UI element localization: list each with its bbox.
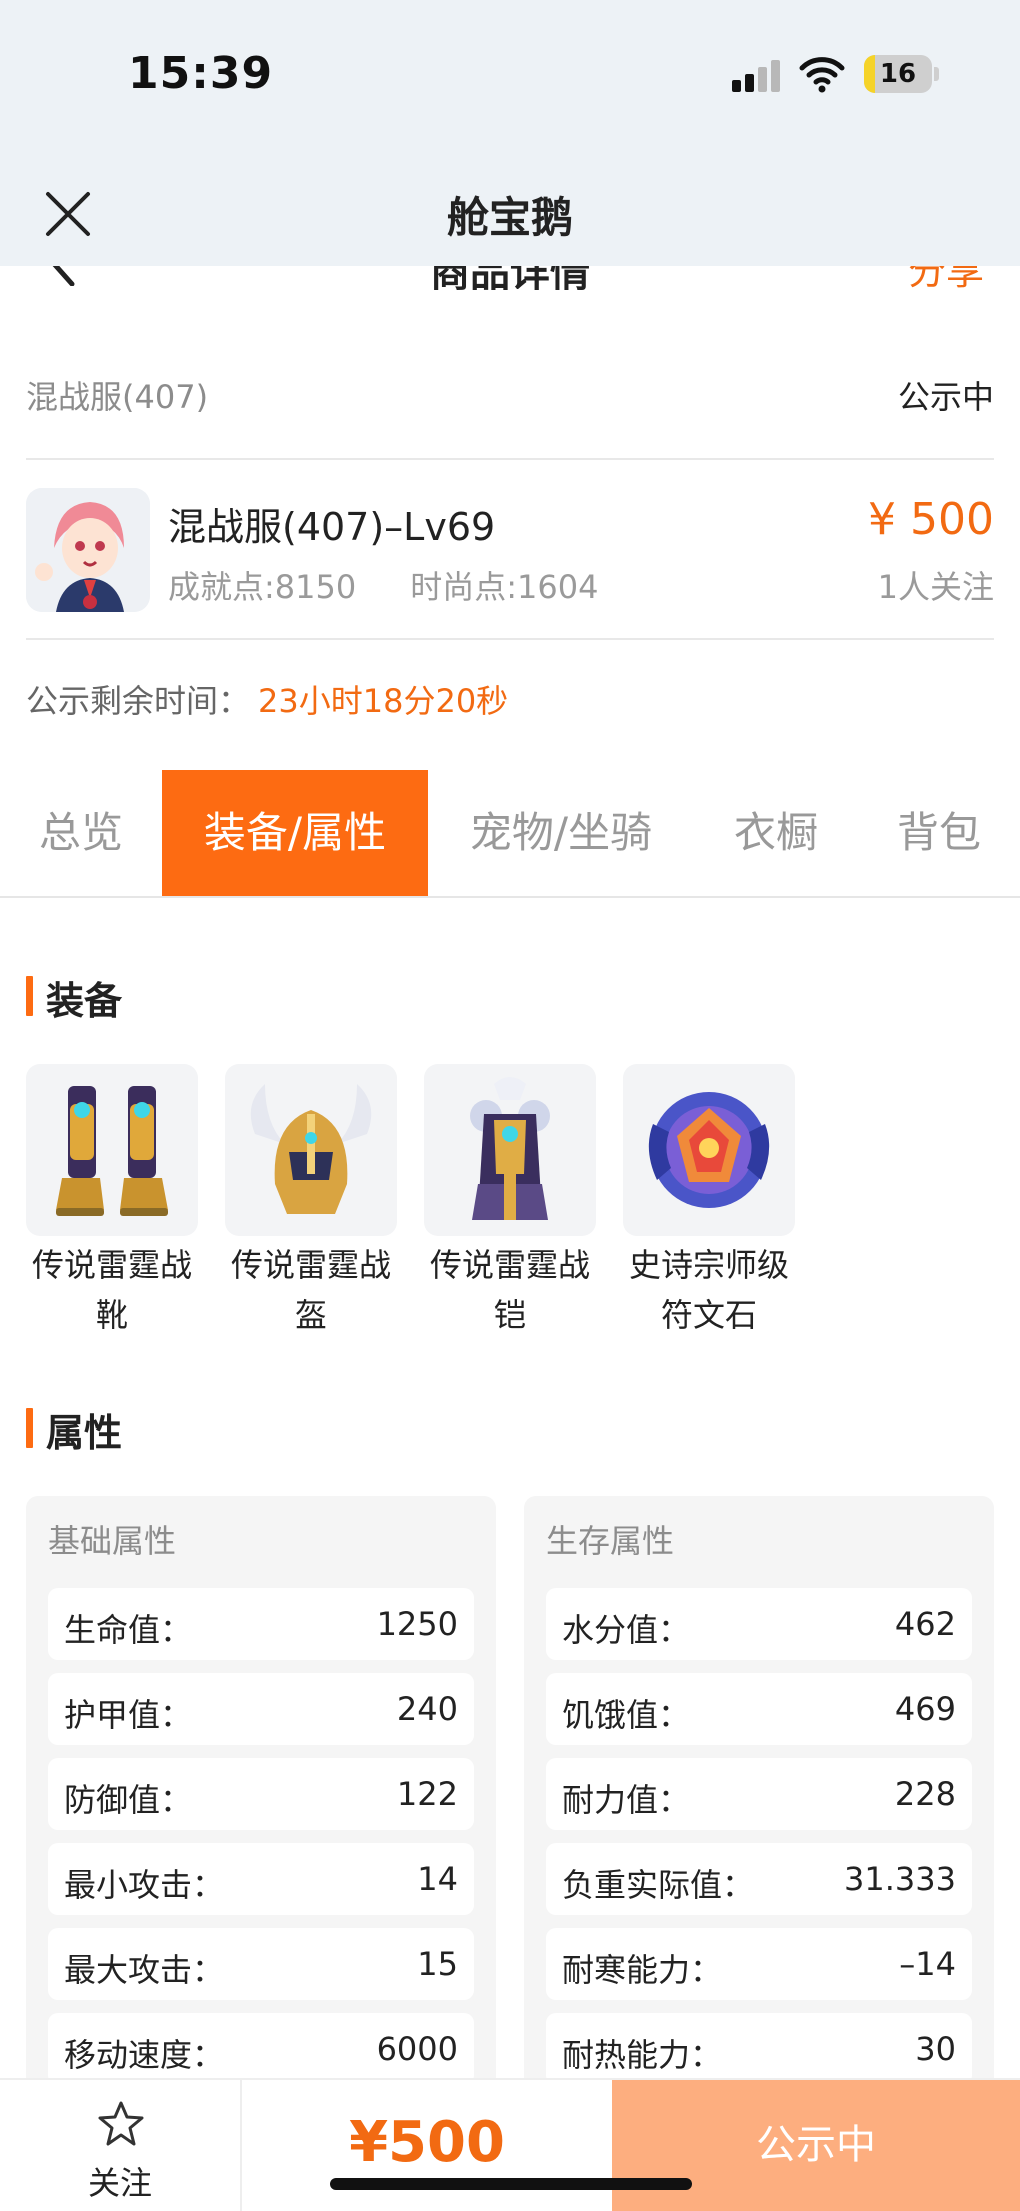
character-avatar bbox=[26, 488, 150, 612]
home-indicator bbox=[330, 2178, 692, 2190]
tab-bar: 总览 装备/属性 宠物/坐骑 衣橱 背包 bbox=[0, 770, 1020, 898]
panel-title: 生存属性 bbox=[546, 1522, 675, 1560]
equipment-item[interactable]: 传说雷霆战靴 bbox=[26, 1064, 198, 1340]
panel-title: 基础属性 bbox=[48, 1522, 177, 1560]
fashion-points: 时尚点:1604 bbox=[410, 568, 599, 606]
listing-status: 公示中 bbox=[897, 378, 994, 416]
divider bbox=[26, 638, 994, 640]
survival-attributes-panel: 生存属性 水分值： 462 饥饿值： 469 耐力值： 228 负重实际值： 3… bbox=[524, 1496, 994, 2116]
boots-icon bbox=[26, 1064, 198, 1236]
server-name: 混战服(407) bbox=[26, 378, 209, 416]
attr-value: 469 bbox=[894, 1690, 956, 1728]
achievement-points: 成就点:8150 bbox=[168, 568, 357, 606]
role-stats: 成就点:8150 时尚点:1604 bbox=[168, 562, 598, 608]
cellular-signal-icon bbox=[732, 60, 782, 92]
battery-level: 16 bbox=[879, 59, 917, 89]
divider bbox=[26, 458, 994, 460]
attr-value: 122 bbox=[396, 1775, 458, 1813]
attr-value: 6000 bbox=[376, 2030, 458, 2068]
bottom-price: ¥500 bbox=[349, 2110, 505, 2175]
attr-value: 228 bbox=[894, 1775, 956, 1813]
attr-row: 饥饿值： 469 bbox=[546, 1673, 972, 1745]
attr-row: 耐寒能力： –14 bbox=[546, 1928, 972, 2000]
top-bar: 15:39 16 舱宝鹅 bbox=[0, 0, 1020, 266]
product-price: ¥ 500 bbox=[868, 494, 994, 545]
remaining-time: 公示剩余时间： 23小时18分20秒 bbox=[26, 676, 508, 722]
wifi-icon bbox=[799, 57, 845, 93]
attr-value: 462 bbox=[894, 1605, 956, 1643]
attr-key: 最小攻击： bbox=[64, 1866, 225, 1904]
battery-icon: 16 bbox=[864, 55, 932, 93]
attr-row: 最小攻击： 14 bbox=[48, 1843, 474, 1915]
nav-title: 舱宝鹅 bbox=[446, 193, 573, 242]
star-icon bbox=[98, 2101, 144, 2146]
attr-row: 耐热能力： 30 bbox=[546, 2013, 972, 2085]
attr-key: 耐热能力： bbox=[562, 2036, 723, 2074]
attr-value: 15 bbox=[417, 1945, 458, 1983]
role-name: 混战服(407)–Lv69 bbox=[168, 505, 496, 549]
armor-icon bbox=[424, 1064, 596, 1236]
tab-wardrobe[interactable]: 衣橱 bbox=[694, 770, 858, 896]
battery-tip bbox=[934, 67, 939, 81]
attr-key: 防御值： bbox=[64, 1781, 193, 1819]
server-row: 混战服(407) 公示中 bbox=[26, 372, 994, 416]
bottom-action-bar: 关注 ¥500 公示中 bbox=[0, 2078, 1020, 2211]
attributes-section-title: 属性 bbox=[26, 1402, 122, 1457]
tab-backpack[interactable]: 背包 bbox=[858, 770, 1020, 896]
equipment-section-title: 装备 bbox=[26, 970, 122, 1025]
attr-value: 31.333 bbox=[844, 1860, 956, 1898]
attr-row: 护甲值： 240 bbox=[48, 1673, 474, 1745]
attr-key: 最大攻击： bbox=[64, 1951, 225, 1989]
attr-key: 移动速度： bbox=[64, 2036, 225, 2074]
tab-overview[interactable]: 总览 bbox=[0, 770, 162, 896]
basic-attributes-panel: 基础属性 生命值： 1250 护甲值： 240 防御值： 122 最小攻击： 1… bbox=[26, 1496, 496, 2116]
attr-key: 护甲值： bbox=[64, 1696, 193, 1734]
equipment-name: 史诗宗师级符文石 bbox=[628, 1246, 789, 1334]
equipment-item[interactable]: 传说雷霆战盔 bbox=[225, 1064, 397, 1340]
equipment-item[interactable]: 传说雷霆战铠 bbox=[424, 1064, 596, 1340]
follow-label: 关注 bbox=[87, 2164, 152, 2202]
equipment-item[interactable]: 史诗宗师级符文石 bbox=[623, 1064, 795, 1340]
attr-row: 防御值： 122 bbox=[48, 1758, 474, 1830]
attr-key: 耐寒能力： bbox=[562, 1951, 723, 1989]
helmet-icon bbox=[225, 1064, 397, 1236]
follower-count: 1人关注 bbox=[877, 568, 994, 606]
attr-value: –14 bbox=[899, 1945, 956, 1983]
tab-pets-mounts[interactable]: 宠物/坐骑 bbox=[428, 770, 694, 896]
attr-key: 生命值： bbox=[64, 1611, 193, 1649]
tab-equipment-attributes[interactable]: 装备/属性 bbox=[162, 770, 428, 896]
status-time: 15:39 bbox=[128, 48, 274, 99]
attr-value: 14 bbox=[417, 1860, 458, 1898]
attr-key: 水分值： bbox=[562, 1611, 691, 1649]
attr-key: 负重实际值： bbox=[562, 1866, 755, 1904]
equipment-name: 传说雷霆战盔 bbox=[230, 1246, 391, 1334]
attr-row: 移动速度： 6000 bbox=[48, 2013, 474, 2085]
attr-row: 最大攻击： 15 bbox=[48, 1928, 474, 2000]
attr-row: 生命值： 1250 bbox=[48, 1588, 474, 1660]
attr-key: 饥饿值： bbox=[562, 1696, 691, 1734]
equipment-name: 传说雷霆战靴 bbox=[31, 1246, 192, 1334]
remaining-time-value: 23小时18分20秒 bbox=[258, 682, 509, 720]
equipment-name: 传说雷霆战铠 bbox=[429, 1246, 590, 1334]
rune-stone-icon bbox=[623, 1064, 795, 1236]
attr-value: 1250 bbox=[376, 1605, 458, 1643]
attr-key: 耐力值： bbox=[562, 1781, 691, 1819]
attr-row: 水分值： 462 bbox=[546, 1588, 972, 1660]
status-button[interactable]: 公示中 bbox=[612, 2080, 1020, 2211]
attr-value: 240 bbox=[396, 1690, 458, 1728]
attr-row: 负重实际值： 31.333 bbox=[546, 1843, 972, 1915]
follow-button[interactable]: 关注 bbox=[0, 2080, 242, 2211]
attr-row: 耐力值： 228 bbox=[546, 1758, 972, 1830]
attr-value: 30 bbox=[915, 2030, 956, 2068]
remaining-time-label: 公示剩余时间： bbox=[26, 682, 251, 720]
